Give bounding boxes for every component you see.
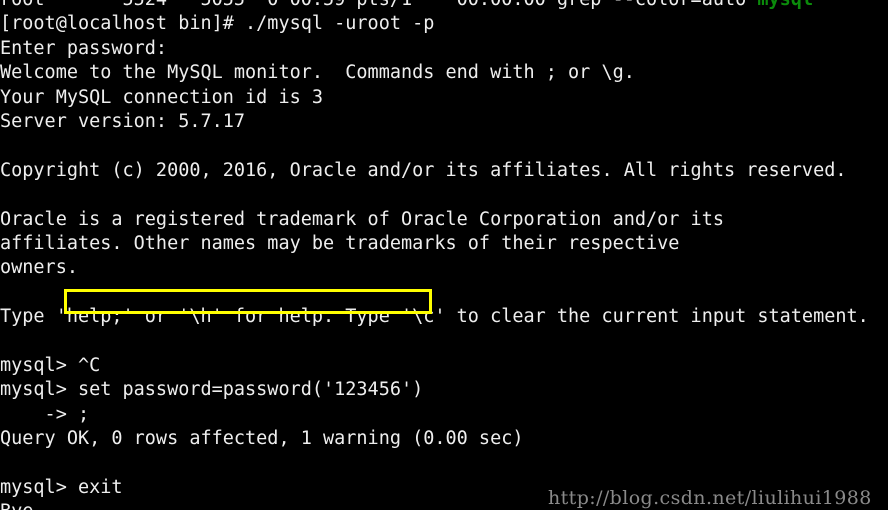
line-00-grep-result-grep-match: mysql xyxy=(757,0,813,10)
line-12-blank xyxy=(0,281,888,305)
line-04-connection-id: Your MySQL connection id is 3 xyxy=(0,86,324,108)
line-01-prompt-mysql-login: [root@localhost bin]# ./mysql -uroot -p xyxy=(0,13,435,35)
line-02-enter-password: Enter password: xyxy=(0,37,168,59)
line-19-blank xyxy=(0,451,888,475)
line-11-trademark-3: owners. xyxy=(0,257,78,279)
line-10-trademark-2: affiliates. Other names may be trademark… xyxy=(0,232,680,254)
line-20-prompt-exit: mysql> exit xyxy=(0,476,123,498)
line-06-blank xyxy=(0,134,888,158)
line-09-trademark-1: Oracle is a registered trademark of Orac… xyxy=(0,208,724,230)
line-14-blank xyxy=(0,329,888,353)
terminal-screen-buffer[interactable]: root 5524 5055 0 00:59 pts/1 00:00:00 gr… xyxy=(0,0,888,510)
line-16-prompt-set-password: mysql> set password=password('123456') xyxy=(0,379,424,401)
line-15-prompt-ctrl-c: mysql> ^C xyxy=(0,354,101,376)
line-13-help-hint: Type 'help;' or '\h' for help. Type '\c'… xyxy=(0,306,869,328)
line-21-bye: Bye xyxy=(0,500,888,510)
line-05-server-version: Server version: 5.7.17 xyxy=(0,110,246,132)
terminal-window[interactable]: root 5524 5055 0 00:59 pts/1 00:00:00 gr… xyxy=(0,0,888,510)
line-03-welcome: Welcome to the MySQL monitor. Commands e… xyxy=(0,62,635,84)
line-00-grep-result-prefix: root 5524 5055 0 00:59 pts/1 00:00:00 gr… xyxy=(0,0,757,10)
line-17-continuation-semicolon: -> ; xyxy=(0,403,90,425)
line-00-grep-result: root 5524 5055 0 00:59 pts/1 00:00:00 gr… xyxy=(0,0,888,12)
line-07-copyright: Copyright (c) 2000, 2016, Oracle and/or … xyxy=(0,159,847,181)
line-08-blank xyxy=(0,183,888,207)
line-18-query-ok: Query OK, 0 rows affected, 1 warning (0.… xyxy=(0,428,524,450)
